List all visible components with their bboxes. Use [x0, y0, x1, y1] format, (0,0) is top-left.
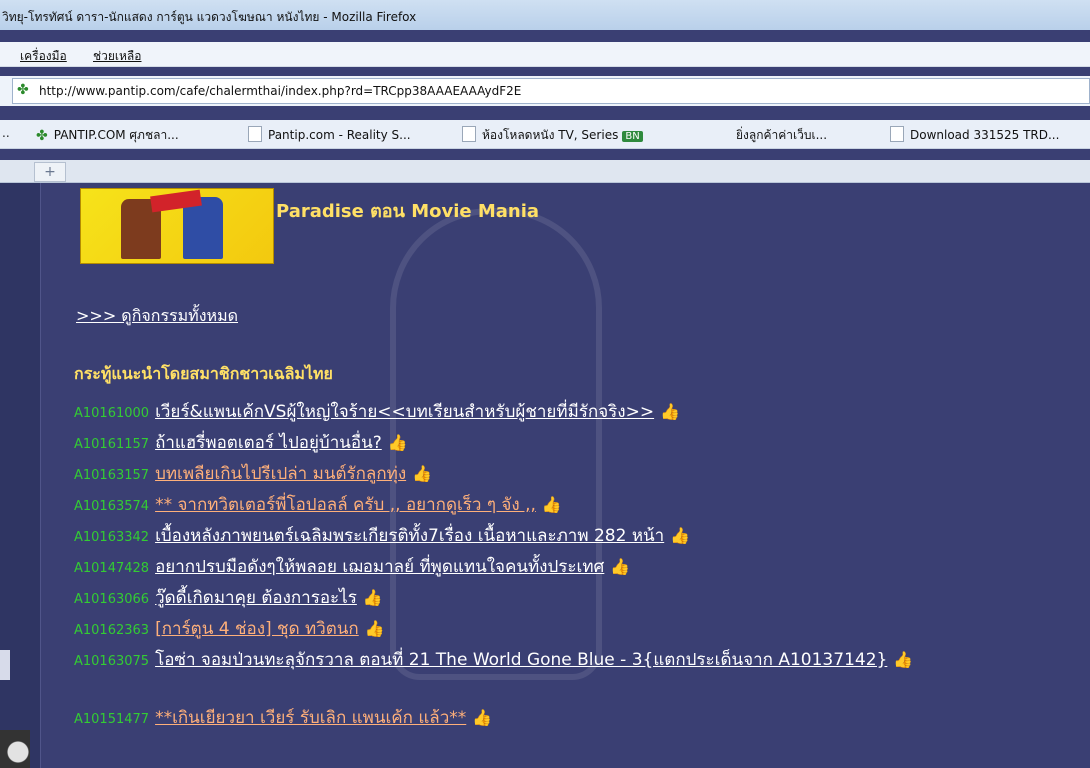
thumbs-up-icon: 👍	[610, 557, 631, 576]
url-bar[interactable]: ✤ http://www.pantip.com/cafe/chalermthai…	[12, 78, 1090, 104]
tab-strip: +	[0, 160, 1090, 183]
thumbs-up-icon: 👍	[660, 402, 681, 421]
topic-list: A10161000 เวียร์&แพนเค้กVSผู้ใหญ่ใจร้าย<<…	[74, 398, 1074, 735]
topic-link[interactable]: ถ้าแฮรี่พอตเตอร์ ไปอยู่บ้านอื่น?	[155, 433, 382, 453]
topic-link[interactable]: เวียร์&แพนเค้กVSผู้ใหญ่ใจร้าย<<บทเรียนสำ…	[155, 402, 654, 422]
topic-row: A10147428 อยากปรบมือดังๆให้พลอย เฌอมาลย์ …	[74, 553, 1074, 584]
topic-code: A10147428	[74, 561, 150, 576]
topic-code: A10163066	[74, 592, 150, 607]
bookmarks-toolbar: .. ✤ PANTIP.COM ศุภชลา... Pantip.com - Re…	[0, 120, 1090, 149]
topic-link[interactable]: **เกินเยียวยา เวียร์ รับเลิก แพนเค้ก แล้…	[155, 708, 466, 728]
topic-row: A10162363 [การ์ตูน 4 ช่อง] ชุด ทวิตนก 👍	[74, 615, 1074, 646]
topic-link[interactable]: บทเพลียเกินไปรีเปล่า มนต์รักลูกทุ่ง	[155, 464, 406, 484]
cactus-icon: ✤	[36, 128, 48, 144]
bookmark-download[interactable]: Download 331525 TRD...	[890, 126, 1059, 142]
topic-row: A10151477 **เกินเยียวยา เวียร์ รับเลิก แพ…	[74, 704, 1074, 735]
recommended-topics-heading: กระทู้แนะนำโดยสมาชิกชาวเฉลิมไทย	[74, 364, 333, 383]
thumbs-up-icon: 👍	[893, 650, 914, 669]
topic-link[interactable]: วู๊ดดี้เกิดมาคุย ต้องการอะไร	[155, 588, 357, 608]
topic-row: A10163066 วู๊ดดี้เกิดมาคุย ต้องการอะไร 👍	[74, 584, 1074, 615]
topic-row: A10161157 ถ้าแฮรี่พอตเตอร์ ไปอยู่บ้านอื่น…	[74, 429, 1074, 460]
cactus-icon: ✤	[17, 82, 29, 98]
thumbs-up-icon: 👍	[412, 464, 433, 483]
menu-bar: เครื่องมือ ช่วยเหลือ	[0, 42, 1090, 67]
topic-row: A10163342 เบื้องหลังภาพยนตร์เฉลิมพระเกียร…	[74, 522, 1074, 553]
bookmark-pantip[interactable]: ✤ PANTIP.COM ศุภชลา...	[36, 126, 179, 145]
topic-link[interactable]: ** จากทวิตเตอร์พี่โอปอลล์ ครับ ,, อยากดู…	[155, 495, 536, 515]
bookmarks-overflow[interactable]: ..	[2, 126, 10, 140]
topic-link[interactable]: อยากปรบมือดังๆให้พลอย เฌอมาลย์ ที่พูดแทน…	[155, 557, 604, 577]
movie-banner-image[interactable]	[80, 188, 274, 264]
bookmark-customer[interactable]: ยิ่งลูกค้าค่าเว็บเ...	[736, 126, 827, 145]
topic-link[interactable]: เบื้องหลังภาพยนตร์เฉลิมพระเกียรติทั้ง7เร…	[155, 526, 664, 546]
navigation-bar: ✤ http://www.pantip.com/cafe/chalermthai…	[0, 76, 1090, 106]
thumbs-up-icon: 👍	[362, 588, 383, 607]
topic-code: A10161157	[74, 437, 150, 452]
topic-link[interactable]: โอซ่า จอมป่วนทะลุจักรวาล ตอนที่ 21 The W…	[155, 650, 887, 670]
url-text[interactable]: http://www.pantip.com/cafe/chalermthai/i…	[39, 84, 521, 98]
topic-code: A10163157	[74, 468, 150, 483]
thumbs-up-icon: 👍	[387, 433, 408, 452]
avatar	[0, 730, 30, 768]
topic-row: A10161000 เวียร์&แพนเค้กVSผู้ใหญ่ใจร้าย<<…	[74, 398, 1074, 429]
thumbs-up-icon: 👍	[541, 495, 562, 514]
topic-code: A10163342	[74, 530, 150, 545]
thumbs-up-icon: 👍	[472, 708, 493, 727]
topic-code: A10162363	[74, 623, 150, 638]
topic-code: A10163574	[74, 499, 150, 514]
topic-link[interactable]: [การ์ตูน 4 ช่อง] ชุด ทวิตนก	[155, 619, 359, 639]
bookmark-series[interactable]: ห้องโหลดหนัง TV, Series BN	[462, 126, 643, 145]
thumbs-up-icon: 👍	[670, 526, 691, 545]
page-icon	[890, 126, 904, 142]
topic-row: A10163574 ** จากทวิตเตอร์พี่โอปอลล์ ครับ …	[74, 491, 1074, 522]
topic-code: A10163075	[74, 654, 150, 669]
topic-row: A10163075 โอซ่า จอมป่วนทะลุจักรวาล ตอนที่…	[74, 646, 1074, 704]
view-all-activities-link[interactable]: >>> ดูกิจกรรมทั้งหมด	[76, 304, 238, 329]
left-marker	[0, 650, 10, 680]
banner-title[interactable]: Paradise ตอน Movie Mania	[276, 196, 539, 225]
thumbs-up-icon: 👍	[364, 619, 385, 638]
menu-tools[interactable]: เครื่องมือ	[20, 47, 67, 66]
page-icon	[248, 126, 262, 142]
new-tab-button[interactable]: +	[34, 162, 66, 182]
bookmark-reality[interactable]: Pantip.com - Reality S...	[248, 126, 411, 142]
left-page-strip	[0, 183, 41, 768]
topic-code: A10161000	[74, 406, 150, 421]
window-title: วิทยุ-โทรทัศน์ ดารา-นักแสดง การ์ตูน แวดว…	[2, 10, 417, 24]
topic-row: A10163157 บทเพลียเกินไปรีเปล่า มนต์รักลูก…	[74, 460, 1074, 491]
topic-code: A10151477	[74, 712, 150, 727]
window-titlebar: วิทยุ-โทรทัศน์ ดารา-นักแสดง การ์ตูน แวดว…	[0, 0, 1090, 30]
page-icon	[462, 126, 476, 142]
bn-badge: BN	[622, 131, 643, 142]
menu-help[interactable]: ช่วยเหลือ	[93, 47, 142, 66]
